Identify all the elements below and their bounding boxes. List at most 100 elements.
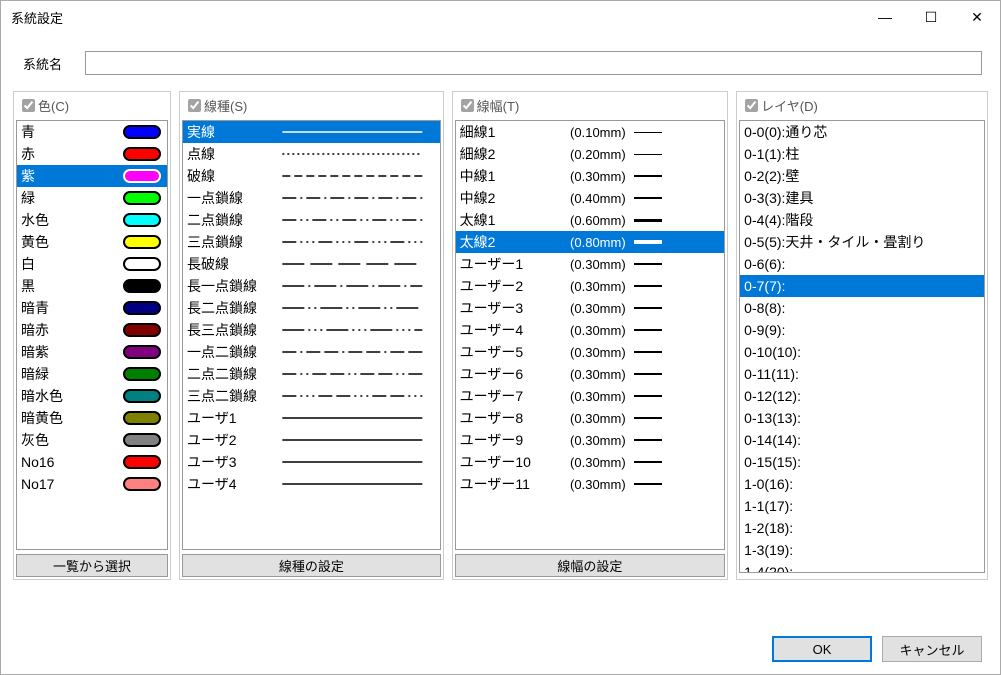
linewidth-item[interactable]: ユーザー5(0.30mm) xyxy=(456,341,725,363)
linetype-item[interactable]: ユーザ2 xyxy=(183,429,440,451)
linetype-preview xyxy=(273,370,432,378)
color-item[interactable]: 暗水色 xyxy=(17,385,167,407)
maximize-button[interactable]: ☐ xyxy=(908,1,954,33)
layer-item[interactable]: 0-11(11): xyxy=(740,363,984,385)
color-item[interactable]: 黄色 xyxy=(17,231,167,253)
color-item[interactable]: 暗緑 xyxy=(17,363,167,385)
linewidth-label: ユーザー10 xyxy=(460,452,540,472)
layer-list[interactable]: 0-0(0):通り芯0-1(1):柱0-2(2):壁0-3(3):建具0-4(4… xyxy=(739,120,985,573)
color-item[interactable]: 紫 xyxy=(17,165,167,187)
color-item[interactable]: 暗青 xyxy=(17,297,167,319)
linewidth-item[interactable]: 中線2(0.40mm) xyxy=(456,187,725,209)
linetype-item[interactable]: ユーザ3 xyxy=(183,451,440,473)
linewidth-list[interactable]: 細線1(0.10mm)細線2(0.20mm)中線1(0.30mm)中線2(0.4… xyxy=(455,120,726,550)
minimize-button[interactable]: — xyxy=(862,1,908,33)
layer-item[interactable]: 0-4(4):階段 xyxy=(740,209,984,231)
linewidth-label: 太線2 xyxy=(460,232,540,252)
layer-item[interactable]: 0-2(2):壁 xyxy=(740,165,984,187)
color-item[interactable]: 黒 xyxy=(17,275,167,297)
color-label: 赤 xyxy=(21,144,75,164)
linetype-item[interactable]: 二点二鎖線 xyxy=(183,363,440,385)
color-label: 緑 xyxy=(21,188,75,208)
linewidth-item[interactable]: 中線1(0.30mm) xyxy=(456,165,725,187)
layer-item[interactable]: 1-1(17): xyxy=(740,495,984,517)
linetype-item[interactable]: ユーザ4 xyxy=(183,473,440,495)
linetype-item[interactable]: 実線 xyxy=(183,121,440,143)
linewidth-item[interactable]: ユーザー3(0.30mm) xyxy=(456,297,725,319)
linewidth-value: (0.30mm) xyxy=(540,367,626,382)
ok-button[interactable]: OK xyxy=(772,636,872,662)
linetype-item[interactable]: 三点鎖線 xyxy=(183,231,440,253)
color-item[interactable]: 暗黄色 xyxy=(17,407,167,429)
layer-item[interactable]: 0-12(12): xyxy=(740,385,984,407)
linetype-item[interactable]: 点線 xyxy=(183,143,440,165)
linewidth-item[interactable]: ユーザー1(0.30mm) xyxy=(456,253,725,275)
linewidth-item[interactable]: 細線1(0.10mm) xyxy=(456,121,725,143)
linetype-item[interactable]: 二点鎖線 xyxy=(183,209,440,231)
color-select-button[interactable]: 一覧から選択 xyxy=(16,554,168,577)
color-item[interactable]: 白 xyxy=(17,253,167,275)
linewidth-item[interactable]: ユーザー7(0.30mm) xyxy=(456,385,725,407)
layer-item[interactable]: 0-6(6): xyxy=(740,253,984,275)
color-list[interactable]: 青赤紫緑水色黄色白黒暗青暗赤暗紫暗緑暗水色暗黄色灰色No16No17 xyxy=(16,120,168,550)
layer-item[interactable]: 0-5(5):天井・タイル・畳割り xyxy=(740,231,984,253)
linewidth-item[interactable]: 細線2(0.20mm) xyxy=(456,143,725,165)
linewidth-label: 太線1 xyxy=(460,210,540,230)
layer-item[interactable]: 0-15(15): xyxy=(740,451,984,473)
color-item[interactable]: 暗赤 xyxy=(17,319,167,341)
linetype-item[interactable]: 長一点鎖線 xyxy=(183,275,440,297)
linewidth-item[interactable]: ユーザー10(0.30mm) xyxy=(456,451,725,473)
color-item[interactable]: No16 xyxy=(17,451,167,473)
linetype-list[interactable]: 実線点線破線一点鎖線二点鎖線三点鎖線長破線長一点鎖線長二点鎖線長三点鎖線一点二鎖… xyxy=(182,120,441,550)
color-item[interactable]: 青 xyxy=(17,121,167,143)
linewidth-preview xyxy=(634,417,662,419)
linewidth-item[interactable]: ユーザー6(0.30mm) xyxy=(456,363,725,385)
layer-item[interactable]: 0-9(9): xyxy=(740,319,984,341)
name-input[interactable] xyxy=(85,51,982,75)
layer-item[interactable]: 0-0(0):通り芯 xyxy=(740,121,984,143)
cancel-button[interactable]: キャンセル xyxy=(882,636,982,662)
color-label: 暗緑 xyxy=(21,364,75,384)
linetype-preview xyxy=(273,326,432,334)
layer-item[interactable]: 0-13(13): xyxy=(740,407,984,429)
linetype-item[interactable]: 長三点鎖線 xyxy=(183,319,440,341)
color-item[interactable]: 暗紫 xyxy=(17,341,167,363)
linewidth-label: 細線1 xyxy=(460,122,540,142)
layer-item[interactable]: 1-0(16): xyxy=(740,473,984,495)
linetype-item[interactable]: 一点二鎖線 xyxy=(183,341,440,363)
layer-item[interactable]: 0-10(10): xyxy=(740,341,984,363)
layer-item[interactable]: 1-4(20): xyxy=(740,561,984,573)
linewidth-item[interactable]: ユーザー2(0.30mm) xyxy=(456,275,725,297)
linetype-item[interactable]: 長破線 xyxy=(183,253,440,275)
linetype-item[interactable]: 一点鎖線 xyxy=(183,187,440,209)
color-swatch xyxy=(123,455,161,469)
linewidth-item[interactable]: 太線1(0.60mm) xyxy=(456,209,725,231)
color-label: 紫 xyxy=(21,166,75,186)
color-item[interactable]: 水色 xyxy=(17,209,167,231)
linewidth-item[interactable]: ユーザー9(0.30mm) xyxy=(456,429,725,451)
color-item[interactable]: 赤 xyxy=(17,143,167,165)
linetype-item[interactable]: 長二点鎖線 xyxy=(183,297,440,319)
layer-item[interactable]: 1-2(18): xyxy=(740,517,984,539)
layer-item[interactable]: 0-14(14): xyxy=(740,429,984,451)
linetype-item[interactable]: 破線 xyxy=(183,165,440,187)
layer-item[interactable]: 0-3(3):建具 xyxy=(740,187,984,209)
linetype-item[interactable]: 三点二鎖線 xyxy=(183,385,440,407)
close-button[interactable]: ✕ xyxy=(954,1,1000,33)
linewidth-item[interactable]: ユーザー4(0.30mm) xyxy=(456,319,725,341)
color-item[interactable]: No17 xyxy=(17,473,167,495)
linewidth-settings-button[interactable]: 線幅の設定 xyxy=(455,554,726,577)
layer-item[interactable]: 1-3(19): xyxy=(740,539,984,561)
linewidth-item[interactable]: ユーザー8(0.30mm) xyxy=(456,407,725,429)
layer-item[interactable]: 0-7(7): xyxy=(740,275,984,297)
linewidth-item[interactable]: ユーザー11(0.30mm) xyxy=(456,473,725,495)
linewidth-value: (0.30mm) xyxy=(540,301,626,316)
layer-item[interactable]: 0-8(8): xyxy=(740,297,984,319)
layer-item[interactable]: 0-1(1):柱 xyxy=(740,143,984,165)
color-item[interactable]: 灰色 xyxy=(17,429,167,451)
linetype-settings-button[interactable]: 線種の設定 xyxy=(182,554,441,577)
color-item[interactable]: 緑 xyxy=(17,187,167,209)
color-swatch xyxy=(123,147,161,161)
linetype-item[interactable]: ユーザ1 xyxy=(183,407,440,429)
linewidth-item[interactable]: 太線2(0.80mm) xyxy=(456,231,725,253)
